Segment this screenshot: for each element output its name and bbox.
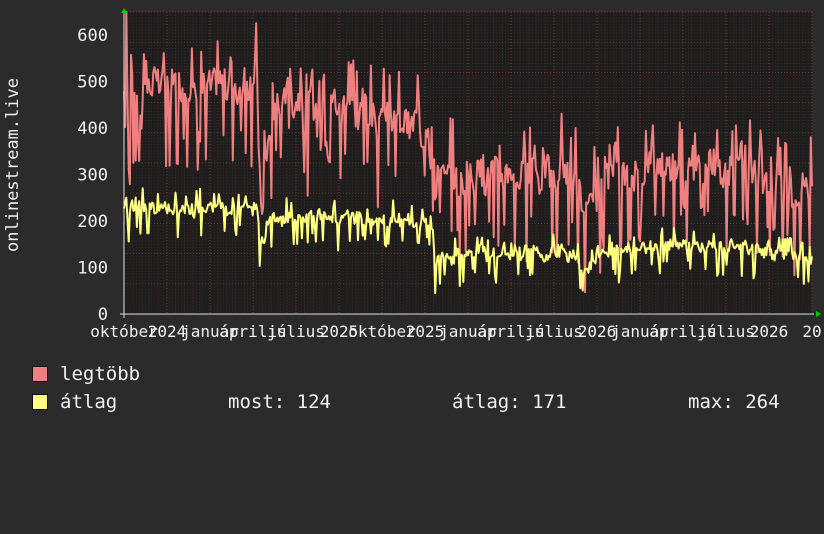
y-tick-label: 100 bbox=[77, 259, 108, 279]
legend-swatch-avg bbox=[32, 394, 48, 410]
y-axis-label: onlinestream.live bbox=[3, 78, 23, 252]
legend-label-max: legtöbb bbox=[60, 363, 141, 385]
x-tick-label: július bbox=[525, 322, 583, 341]
x-axis-arrow bbox=[816, 311, 821, 317]
stat-max: max: 264 bbox=[688, 391, 780, 413]
x-tick-label: július bbox=[697, 322, 755, 341]
x-tick-label: 2026 bbox=[750, 322, 789, 341]
y-tick-label: 200 bbox=[77, 212, 108, 232]
y-tick-label: 500 bbox=[77, 73, 108, 93]
legend-row-avg: átlag most: 124 átlag: 171 max: 264 bbox=[32, 390, 802, 414]
x-tick-label: július bbox=[267, 322, 325, 341]
legend-swatch-max bbox=[32, 366, 48, 382]
x-ticks: október2024januáráprilisjúlius2025októbe… bbox=[90, 322, 821, 341]
y-tick-label: 600 bbox=[77, 26, 108, 46]
stat-now: most: 124 bbox=[228, 391, 331, 413]
y-ticks: 0100200300400500600 bbox=[77, 26, 108, 325]
x-tick-label: 20 bbox=[802, 322, 821, 341]
y-tick-label: 300 bbox=[77, 166, 108, 186]
y-tick-label: 400 bbox=[77, 119, 108, 139]
legend-row-max: legtöbb bbox=[32, 362, 332, 386]
stat-avg: átlag: 171 bbox=[452, 391, 567, 413]
y-axis-arrow bbox=[121, 8, 127, 13]
legend-label-avg: átlag bbox=[60, 391, 118, 413]
